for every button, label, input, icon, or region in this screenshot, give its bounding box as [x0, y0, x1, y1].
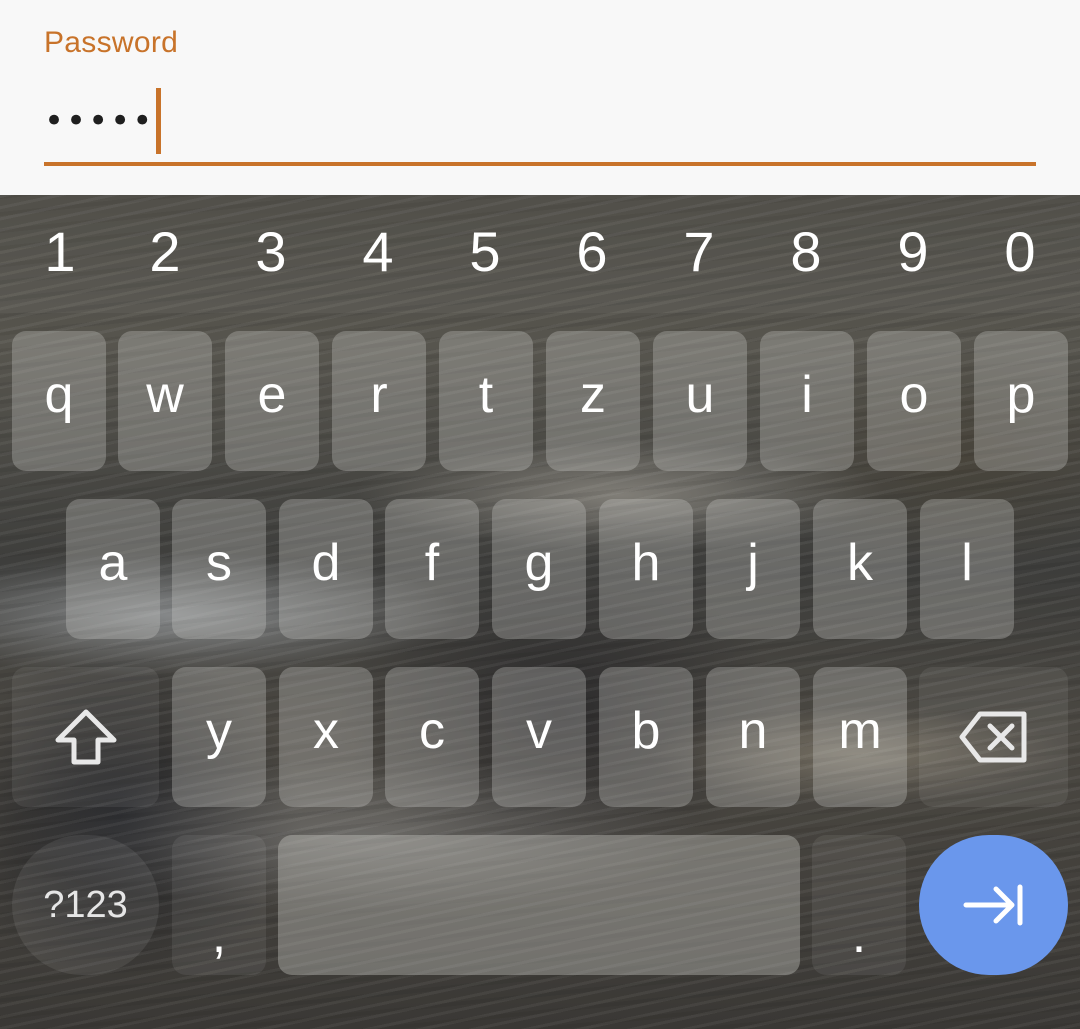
key-r[interactable]: r — [332, 331, 426, 471]
key-y[interactable]: y — [172, 667, 266, 807]
password-form: Password ••••• — [0, 0, 1080, 195]
key-8[interactable]: 8 — [766, 217, 846, 287]
next-field-button[interactable] — [919, 835, 1068, 975]
period-key[interactable]: . — [812, 835, 906, 975]
number-row: 1 2 3 4 5 6 7 8 9 0 — [0, 195, 1080, 313]
key-5[interactable]: 5 — [445, 217, 525, 287]
key-6[interactable]: 6 — [552, 217, 632, 287]
key-e[interactable]: e — [225, 331, 319, 471]
key-w[interactable]: w — [118, 331, 212, 471]
key-x[interactable]: x — [279, 667, 373, 807]
key-t[interactable]: t — [439, 331, 533, 471]
key-q[interactable]: q — [12, 331, 106, 471]
key-z[interactable]: z — [546, 331, 640, 471]
key-0[interactable]: 0 — [980, 217, 1060, 287]
key-c[interactable]: c — [385, 667, 479, 807]
key-u[interactable]: u — [653, 331, 747, 471]
key-j[interactable]: j — [706, 499, 800, 639]
key-h[interactable]: h — [599, 499, 693, 639]
password-input[interactable]: ••••• — [44, 88, 162, 154]
space-key[interactable] — [278, 835, 800, 975]
key-l[interactable]: l — [920, 499, 1014, 639]
symbols-key[interactable]: ?123 — [12, 835, 159, 975]
key-v[interactable]: v — [492, 667, 586, 807]
key-i[interactable]: i — [760, 331, 854, 471]
key-4[interactable]: 4 — [338, 217, 418, 287]
key-1[interactable]: 1 — [20, 217, 100, 287]
key-2[interactable]: 2 — [125, 217, 205, 287]
key-d[interactable]: d — [279, 499, 373, 639]
password-masked-text: ••••• — [44, 101, 155, 141]
key-a[interactable]: a — [66, 499, 160, 639]
comma-key[interactable]: , — [172, 835, 266, 975]
key-3[interactable]: 3 — [231, 217, 311, 287]
backspace-key[interactable] — [919, 667, 1068, 807]
key-n[interactable]: n — [706, 667, 800, 807]
password-underline — [44, 162, 1036, 166]
key-9[interactable]: 9 — [873, 217, 953, 287]
text-cursor — [156, 88, 162, 154]
shift-arrow-icon — [12, 667, 159, 807]
key-m[interactable]: m — [813, 667, 907, 807]
next-field-tab-icon — [919, 835, 1068, 975]
key-7[interactable]: 7 — [659, 217, 739, 287]
onscreen-keyboard: 1 2 3 4 5 6 7 8 9 0 q w e r t z u i o p … — [0, 195, 1080, 1029]
key-s[interactable]: s — [172, 499, 266, 639]
backspace-icon — [919, 667, 1068, 807]
shift-key[interactable] — [12, 667, 159, 807]
key-f[interactable]: f — [385, 499, 479, 639]
key-p[interactable]: p — [974, 331, 1068, 471]
key-g[interactable]: g — [492, 499, 586, 639]
password-label: Password — [44, 26, 179, 59]
key-k[interactable]: k — [813, 499, 907, 639]
key-b[interactable]: b — [599, 667, 693, 807]
key-o[interactable]: o — [867, 331, 961, 471]
